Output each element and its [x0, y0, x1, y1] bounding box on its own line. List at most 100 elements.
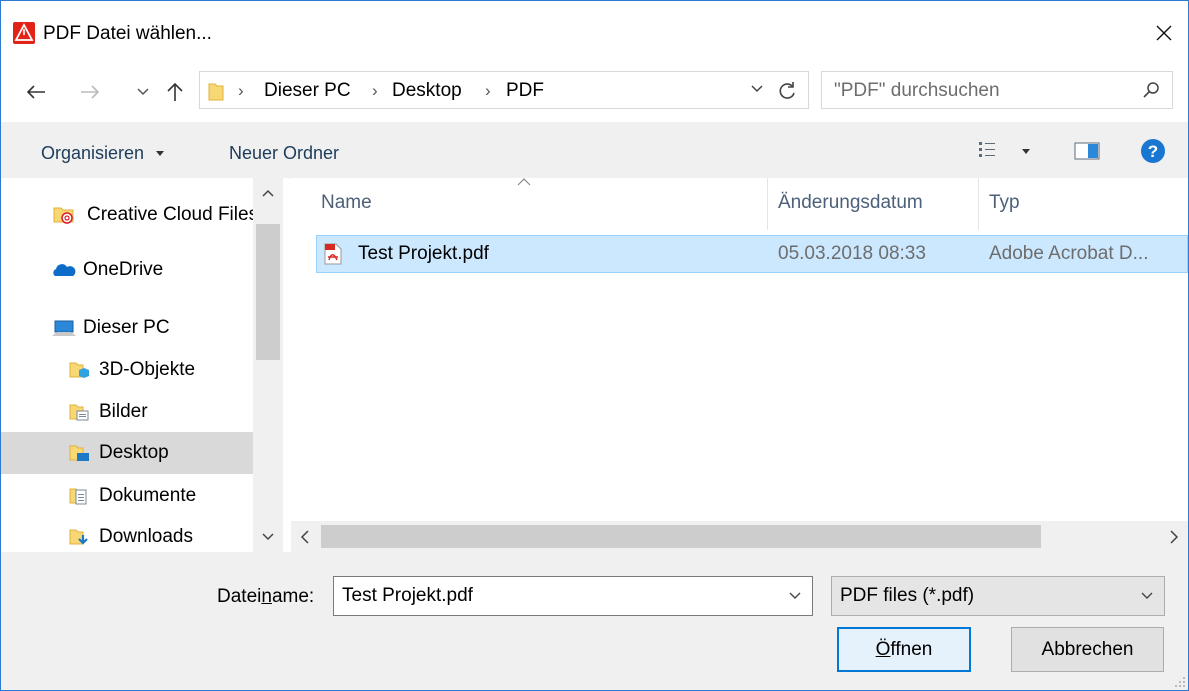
- breadcrumb-separator: ›: [485, 81, 491, 100]
- filename-label-mnemonic: n: [261, 586, 272, 607]
- organize-label: Organisieren: [41, 143, 145, 163]
- column-header-label: Name: [321, 192, 372, 213]
- resize-grip-icon[interactable]: [1174, 676, 1186, 688]
- open-label-mnemonic: Ö: [875, 639, 891, 660]
- breadcrumb-separator: ›: [238, 81, 244, 100]
- arrow-left-icon: [26, 85, 45, 99]
- navigation-pane: Creative Cloud Files OneDrive Dieser PC …: [1, 178, 289, 552]
- cancel-button[interactable]: Abbrechen: [1011, 627, 1164, 672]
- filename-input[interactable]: [342, 585, 762, 607]
- file-name: Test Projekt.pdf: [358, 243, 489, 264]
- file-type: Adobe Acrobat D...: [989, 243, 1149, 264]
- command-bar: Organisieren Neuer Ordner ?: [1, 122, 1188, 179]
- help-button[interactable]: ?: [1139, 137, 1167, 170]
- preview-pane-button[interactable]: [1073, 138, 1101, 169]
- creative-cloud-folder-icon: [53, 207, 74, 224]
- breadcrumb-item[interactable]: Desktop: [392, 80, 462, 102]
- nav-item-label: Desktop: [99, 442, 169, 463]
- folder-icon: [208, 83, 224, 101]
- file-open-dialog: PDF Datei wählen... › Dieser PC › Deskto…: [0, 0, 1189, 691]
- close-button[interactable]: [1140, 11, 1188, 55]
- arrow-up-icon: [167, 82, 183, 101]
- nav-item-label: Downloads: [99, 526, 193, 547]
- window-title: PDF Datei wählen...: [43, 23, 212, 44]
- app-icon: [13, 22, 35, 44]
- search-icon[interactable]: [1142, 81, 1160, 99]
- filetype-select[interactable]: PDF files (*.pdf): [831, 576, 1165, 616]
- back-button[interactable]: [23, 79, 49, 105]
- nav-item-label: OneDrive: [83, 259, 164, 280]
- file-date: 05.03.2018 08:33: [778, 243, 926, 264]
- column-header-label: Typ: [989, 192, 1020, 213]
- filename-label: Dateiname:: [217, 586, 314, 608]
- view-options-button[interactable]: [977, 138, 1037, 169]
- close-icon: [1156, 25, 1172, 41]
- recent-locations-button[interactable]: [133, 79, 153, 105]
- scroll-down-button[interactable]: [253, 522, 283, 552]
- folder-desktop-icon: [69, 445, 89, 461]
- sort-ascending-icon: [517, 178, 531, 186]
- nav-item-pictures[interactable]: Bilder: [1, 391, 253, 433]
- nav-item-label: Creative Cloud Files: [87, 204, 253, 225]
- column-header-date[interactable]: Änderungsdatum: [768, 178, 978, 230]
- scroll-up-button[interactable]: [253, 178, 283, 208]
- breadcrumb-separator: ›: [372, 81, 378, 100]
- pdf-file-icon: [324, 243, 342, 265]
- file-row[interactable]: Test Projekt.pdf 05.03.2018 08:33 Adobe …: [316, 235, 1188, 273]
- breadcrumb-item[interactable]: PDF: [506, 80, 544, 102]
- nav-item-label: Dieser PC: [83, 317, 170, 338]
- filename-label-part: Datei: [217, 586, 262, 607]
- new-folder-button[interactable]: Neuer Ordner: [229, 142, 339, 164]
- title-bar: PDF Datei wählen...: [1, 1, 1188, 59]
- nav-item-this-pc[interactable]: Dieser PC: [1, 307, 253, 349]
- details-view-icon: [979, 142, 1030, 157]
- breadcrumb-item[interactable]: Dieser PC: [264, 80, 351, 102]
- file-list: Name Änderungsdatum Typ Test Projekt.pdf…: [291, 178, 1188, 552]
- caret-down-icon: [156, 151, 165, 157]
- nav-vertical-scrollbar[interactable]: [253, 178, 283, 552]
- nav-item-desktop[interactable]: Desktop: [1, 432, 253, 474]
- chevron-up-icon: [262, 189, 274, 197]
- filename-combobox[interactable]: [333, 576, 813, 616]
- address-bar[interactable]: › Dieser PC › Desktop › PDF: [199, 71, 809, 109]
- search-input[interactable]: [834, 80, 1124, 102]
- nav-item-label: Dokumente: [99, 485, 197, 506]
- up-button[interactable]: [163, 79, 187, 105]
- column-header-name[interactable]: Name: [291, 178, 767, 230]
- folder-3d-icon: [69, 362, 89, 378]
- column-header-label: Änderungsdatum: [778, 192, 923, 213]
- help-icon: ?: [1141, 139, 1165, 163]
- nav-item-documents[interactable]: Dokumente: [1, 475, 253, 517]
- filetype-value: PDF files (*.pdf): [840, 585, 975, 606]
- folder-downloads-icon: [69, 529, 88, 545]
- open-label: ffnen: [890, 639, 933, 660]
- filename-label-part: ame:: [271, 586, 315, 607]
- scroll-thumb[interactable]: [256, 224, 280, 360]
- organize-button[interactable]: Organisieren: [41, 142, 165, 164]
- chevron-down-icon[interactable]: [788, 591, 802, 601]
- nav-item-label: Bilder: [99, 401, 148, 422]
- bottom-panel: Dateiname: PDF files (*.pdf) Öffnen Abbr…: [1, 552, 1188, 690]
- chevron-right-icon[interactable]: [1169, 530, 1179, 544]
- preview-pane-icon: [1074, 142, 1100, 160]
- column-header-type[interactable]: Typ: [979, 178, 1188, 230]
- arrow-right-icon: [81, 85, 100, 99]
- nav-item-label: 3D-Objekte: [99, 359, 196, 380]
- chevron-left-icon[interactable]: [300, 530, 310, 544]
- onedrive-cloud-icon: [53, 264, 76, 276]
- svg-text:?: ?: [1148, 142, 1158, 161]
- nav-item-creative-cloud[interactable]: Creative Cloud Files: [1, 194, 253, 236]
- file-horizontal-scrollbar[interactable]: [291, 521, 1188, 552]
- nav-item-onedrive[interactable]: OneDrive: [1, 249, 253, 291]
- folder-pictures-icon: [69, 404, 89, 421]
- refresh-icon[interactable]: [776, 79, 800, 103]
- forward-button[interactable]: [77, 79, 103, 105]
- search-box[interactable]: [821, 71, 1173, 109]
- scroll-thumb[interactable]: [321, 525, 1041, 548]
- open-button[interactable]: Öffnen: [837, 627, 971, 672]
- chevron-down-icon[interactable]: [750, 82, 764, 96]
- chevron-down-icon: [1141, 592, 1153, 599]
- chevron-down-icon: [137, 88, 149, 96]
- folder-documents-icon: [69, 488, 87, 505]
- nav-item-3d-objects[interactable]: 3D-Objekte: [1, 349, 253, 391]
